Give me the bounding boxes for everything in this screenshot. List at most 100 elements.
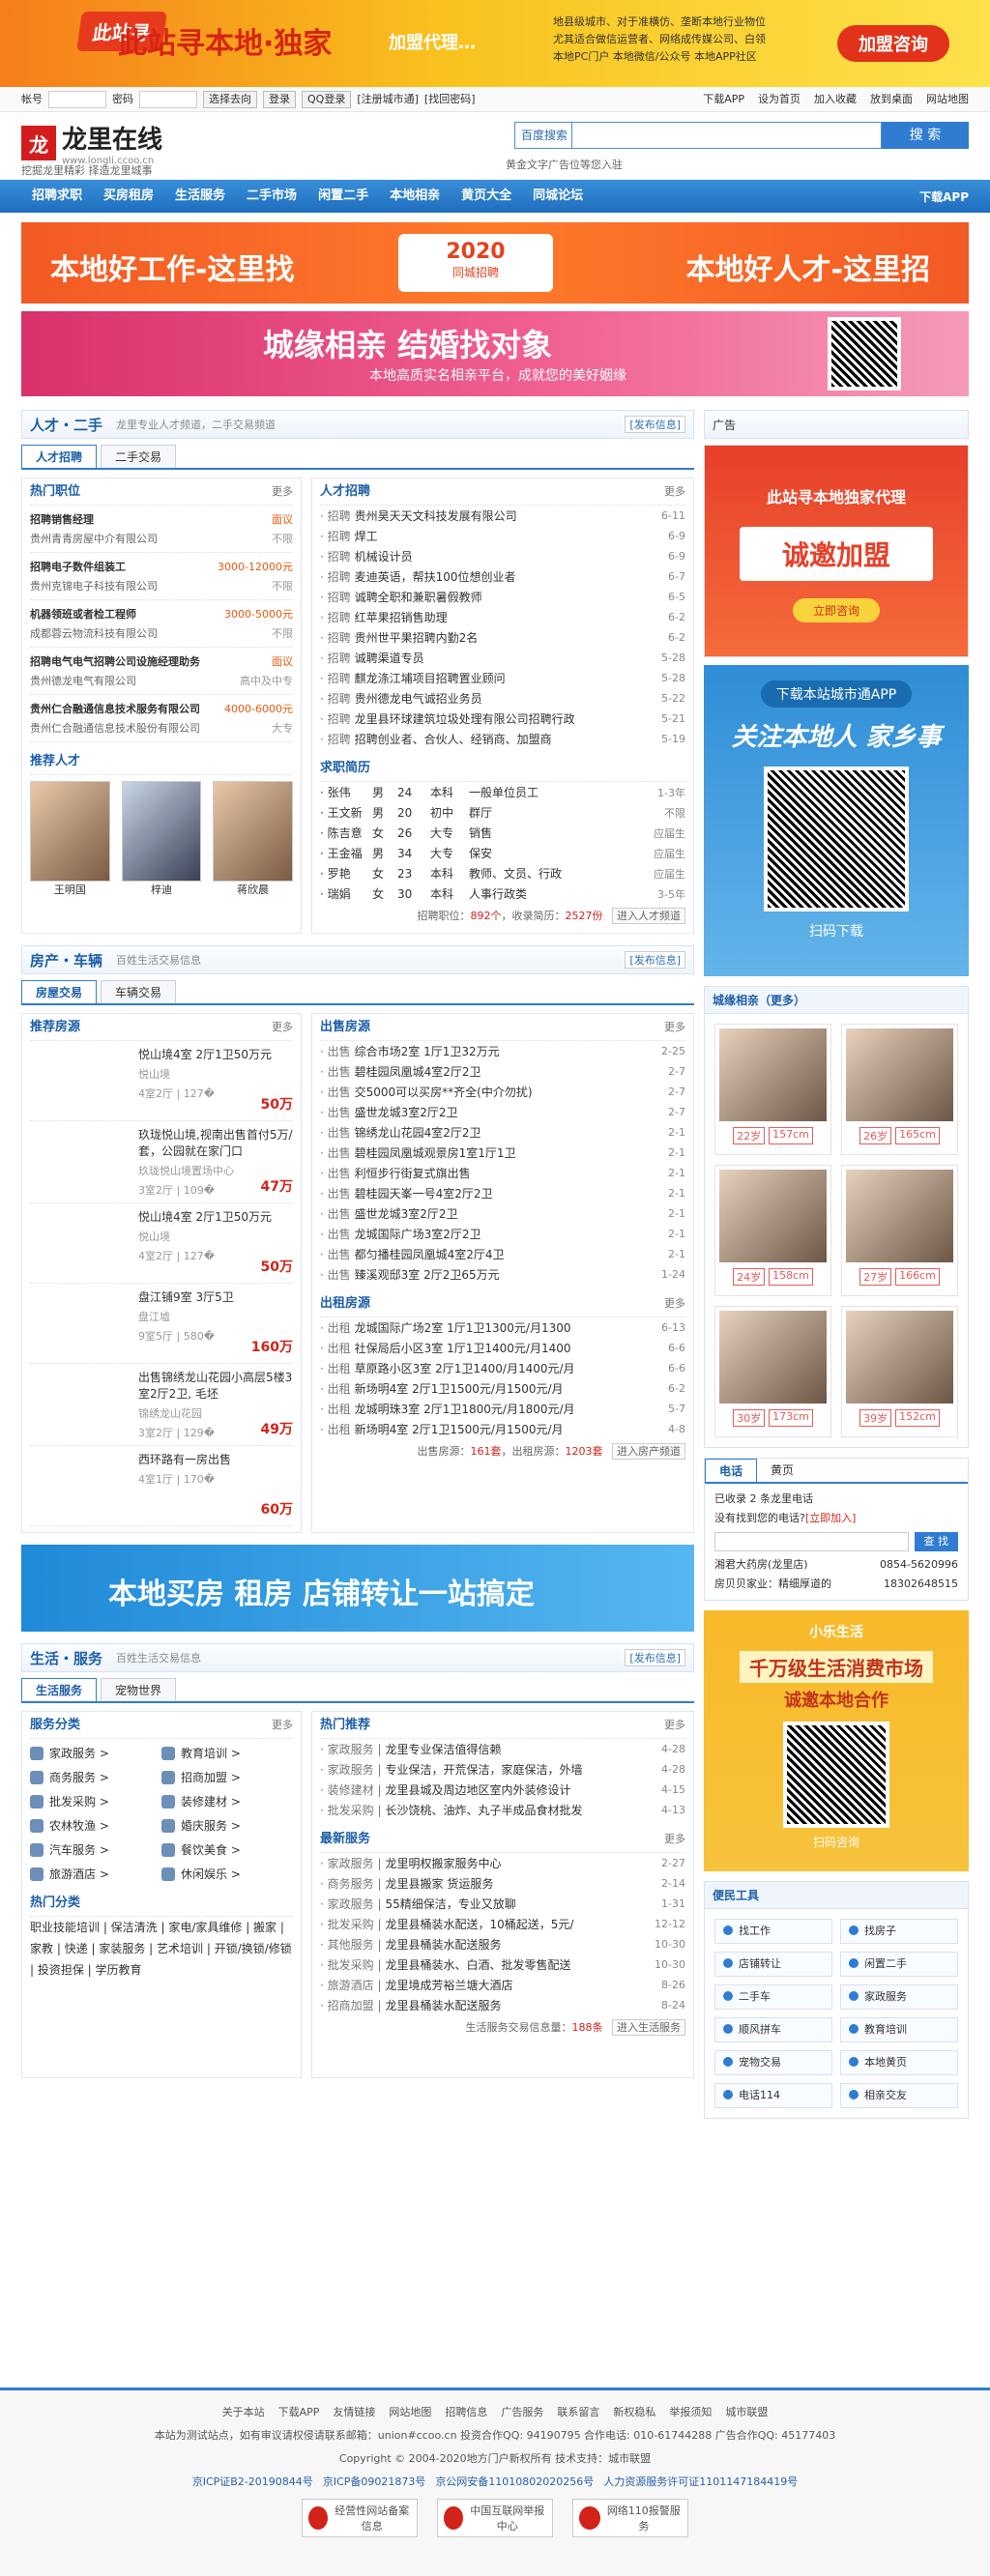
- nav-item-dating[interactable]: 本地相亲: [379, 180, 451, 213]
- tab-house-trade[interactable]: 房屋交易: [21, 980, 98, 1003]
- nav-item-jobs[interactable]: 招聘求职: [21, 180, 93, 213]
- resume-row[interactable]: · 王文新男 20 初中 群厅 不限: [320, 802, 685, 823]
- hot-category-list[interactable]: 职业技能培训 | 保洁清洗 | 家电/家具维修 | 搬家 | 家教 | 快递 |…: [30, 1917, 293, 1981]
- rent-list-item[interactable]: · 出租 社保局后小区3室 1厅1卫1400元/月1400 6-6: [320, 1338, 685, 1358]
- more-link[interactable]: 更多: [664, 1712, 685, 1738]
- house-title[interactable]: 盘江铺9室 3厅5卫: [138, 1288, 293, 1305]
- phone-add-link[interactable]: [立即加入]: [805, 1512, 857, 1524]
- job-list-item[interactable]: · 招聘 机械设计员 6-9: [320, 546, 685, 566]
- dating-box-title[interactable]: 城缘相亲（更多）: [705, 987, 968, 1014]
- row-title[interactable]: 诚聘全职和兼职暑假教师: [355, 589, 664, 605]
- house-title[interactable]: 玖珑悦山境,视南出售首付5万/套，公园就在家门口: [138, 1126, 293, 1159]
- publish-link[interactable]: [发布信息]: [625, 1649, 685, 1666]
- row-title[interactable]: 综合市场2室 1厅1卫32万元: [355, 1043, 657, 1059]
- row-title[interactable]: 机械设计员: [355, 548, 664, 564]
- footer-link[interactable]: 招聘信息: [445, 2404, 487, 2419]
- xiaole-ad[interactable]: 小乐生活 千万级生活消费市场 诚邀本地合作 扫码咨询: [704, 1610, 969, 1871]
- job-list-item[interactable]: · 招聘 诚聘渠道专员 5-28: [320, 648, 685, 668]
- destination-select[interactable]: 选择去向: [203, 91, 257, 108]
- footer-link[interactable]: 举报须知: [669, 2404, 712, 2419]
- house-title[interactable]: 西环路有一房出售: [138, 1451, 293, 1467]
- tool-item[interactable]: 二手车: [714, 1984, 832, 2010]
- sale-list-item[interactable]: · 出售 龙城国际广场3室2厅2卫 2-1: [320, 1224, 685, 1244]
- consult-now-button[interactable]: 立即咨询: [793, 598, 880, 622]
- nav-item-life[interactable]: 生活服务: [164, 180, 236, 213]
- enter-house-button[interactable]: 进入房产频道: [612, 1443, 685, 1460]
- service-category[interactable]: 招商加盟 >: [161, 1769, 293, 1785]
- more-link[interactable]: 更多: [272, 1014, 293, 1040]
- talent-card[interactable]: 王明国: [30, 781, 110, 897]
- app-download-ad[interactable]: 下载本站城市通APP 关注本地人 家乡事 扫码下载: [704, 665, 969, 976]
- row-title[interactable]: 龙里县桶装水、白酒、批发零售配送: [386, 1956, 652, 1973]
- nav-item-yellowpage[interactable]: 黄页大全: [451, 180, 522, 213]
- service-category[interactable]: 汽车服务 >: [30, 1841, 161, 1858]
- row-title[interactable]: 龙里境成芳裕兰塘大酒店: [386, 1977, 658, 1993]
- tab-secondhand[interactable]: 二手交易: [101, 445, 177, 468]
- publish-link[interactable]: [发布信息]: [625, 416, 685, 433]
- row-title[interactable]: 社保局后小区3室 1厅1卫1400元/月1400: [355, 1340, 664, 1356]
- row-title[interactable]: 招聘创业者、合伙人、经销商、加盟商: [355, 731, 657, 747]
- row-title[interactable]: 龙城国际广场2室 1厅1卫1300元/月1300: [355, 1319, 657, 1336]
- house-thumbnail[interactable]: [30, 1046, 131, 1115]
- more-link[interactable]: 更多: [664, 1290, 685, 1317]
- icp-link[interactable]: 人力资源服务许可证1101147184419号: [603, 2474, 798, 2489]
- hot-job-item[interactable]: 招聘电气电气招聘公司设施经理助务 面议 贵州德龙电气有限公司 高中及中专: [30, 648, 293, 695]
- tab-life-service[interactable]: 生活服务: [21, 1678, 98, 1701]
- qq-login-button[interactable]: QQ登录: [302, 91, 352, 108]
- register-link[interactable]: [注册城市通]: [357, 87, 419, 112]
- resume-row[interactable]: · 王金福男 34 大专 保安 应届生: [320, 843, 685, 863]
- login-button[interactable]: 登录: [263, 91, 296, 108]
- row-title[interactable]: 新场明4室 2厅1卫1500元/月1500元/月: [355, 1380, 664, 1397]
- retrieve-password-link[interactable]: [找回密码]: [424, 87, 476, 112]
- row-title[interactable]: 专业保洁，开荒保洁，家庭保洁，外墙: [386, 1761, 658, 1778]
- row-title[interactable]: 龙里县搬家 货运服务: [386, 1875, 658, 1892]
- row-title[interactable]: 碧桂园凤凰城4室2厅2卫: [355, 1063, 664, 1080]
- resume-row[interactable]: · 张伟 男 24 本科 一般单位员工 1-3年: [320, 782, 685, 802]
- sale-list-item[interactable]: · 出售 交5000可以买房**齐全(中介勿扰) 2-7: [320, 1082, 685, 1102]
- resume-row[interactable]: · 瑞娟 女 30 本科 人事行政类 3-5年: [320, 883, 685, 904]
- footer-link[interactable]: 网站地图: [389, 2404, 431, 2419]
- row-title[interactable]: 红苹果招销售助理: [355, 609, 664, 625]
- more-link[interactable]: 更多: [272, 1712, 293, 1738]
- tool-item[interactable]: 宠物交易: [714, 2050, 832, 2075]
- service-category[interactable]: 餐饮美食 >: [161, 1841, 293, 1858]
- icp-link[interactable]: 京ICP备09021873号: [323, 2474, 426, 2489]
- resume-row[interactable]: · 陈吉意女 26 大专 销售 应届生: [320, 823, 685, 843]
- house-item[interactable]: 玖珑悦山境,视南出售首付5万/套，公园就在家门口 玖珑悦山境置场中心 3室2厅 | …: [30, 1121, 293, 1203]
- job-list-item[interactable]: · 招聘 贵州昊天天文科技发展有限公司 6-11: [320, 506, 685, 526]
- tab-recruit[interactable]: 人才招聘: [21, 445, 98, 468]
- new-service-item[interactable]: · 其他服务 | 龙里县桶装水配送服务 10-30: [320, 1934, 685, 1954]
- search-engine-select[interactable]: 百度搜索: [514, 122, 572, 149]
- dating-banner[interactable]: 城缘相亲 结婚找对象 本地高质实名相亲平台，成就您的美好姻缘: [21, 311, 969, 396]
- top-promo-banner[interactable]: 此站寻 此站寻本地·独家 加盟代理… 地县级城市、对于准横仿、垄断本地行业物位 …: [0, 0, 990, 87]
- footer-link[interactable]: 下载APP: [278, 2404, 320, 2419]
- tool-item[interactable]: 找工作: [714, 1919, 832, 1944]
- row-title[interactable]: 贵州世平果招聘内勤2名: [355, 629, 664, 646]
- hot-service-item[interactable]: · 家政服务 | 专业保洁，开荒保洁，家庭保洁，外墙 4-28: [320, 1759, 685, 1780]
- job-list-item[interactable]: · 招聘 红苹果招销售助理 6-2: [320, 607, 685, 627]
- house-item[interactable]: 悦山境4室 2厅1卫50万元 悦山境 4室2厅 | 127� 50万: [30, 1041, 293, 1121]
- icp-link[interactable]: 京公网安备11010802020256号: [435, 2474, 594, 2489]
- new-service-item[interactable]: · 旅游酒店 | 龙里境成芳裕兰塘大酒店 8-26: [320, 1975, 685, 1995]
- more-link[interactable]: 更多: [272, 478, 293, 505]
- dating-card[interactable]: 24岁 158cm: [714, 1165, 831, 1296]
- hot-service-item[interactable]: · 家政服务 | 龙里专业保洁值得信赖 4-28: [320, 1739, 685, 1759]
- house-thumbnail[interactable]: [30, 1126, 131, 1196]
- footer-link[interactable]: 联系留言: [557, 2404, 599, 2419]
- new-service-item[interactable]: · 家政服务 | 龙里明权搬家服务中心 2-27: [320, 1853, 685, 1873]
- row-title[interactable]: 臻溪观邸3室 2厅2卫65万元: [355, 1266, 657, 1283]
- service-category[interactable]: 家政服务 >: [30, 1745, 161, 1761]
- job-list-item[interactable]: · 招聘 贵州德龙电气诚招业务员 5-22: [320, 688, 685, 709]
- row-title[interactable]: 麒龙涤江埔项目招聘置业顾问: [355, 670, 657, 686]
- row-title[interactable]: 龙里明权搬家服务中心: [386, 1855, 658, 1871]
- job-title[interactable]: 机器领班或者检工程师: [30, 606, 136, 622]
- talent-card[interactable]: 梓迪: [121, 781, 202, 897]
- sale-list-item[interactable]: · 出售 利恒步行街复式旗出售 2-1: [320, 1163, 685, 1183]
- house-thumbnail[interactable]: [30, 1451, 131, 1520]
- job-title[interactable]: 招聘电子数件组装工: [30, 559, 126, 574]
- tab-car-trade[interactable]: 车辆交易: [101, 980, 177, 1003]
- dating-card[interactable]: 27岁 166cm: [841, 1165, 958, 1296]
- search-button[interactable]: 搜 索: [882, 122, 969, 149]
- house-thumbnail[interactable]: [30, 1369, 131, 1438]
- tool-item[interactable]: 教育培训: [840, 2017, 958, 2042]
